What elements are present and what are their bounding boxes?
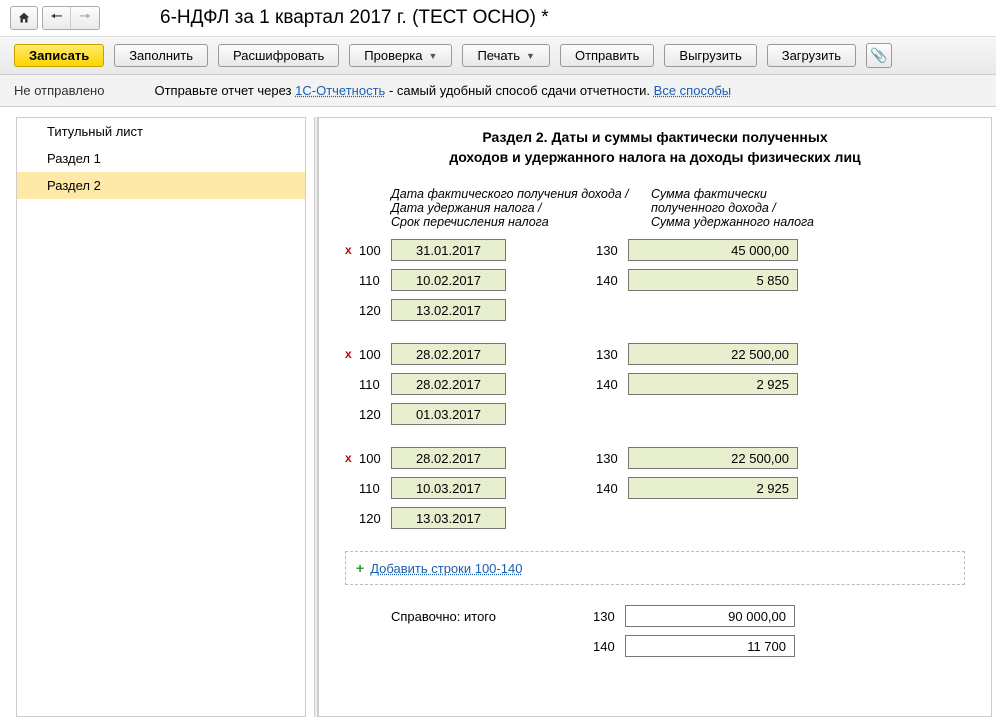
date-field[interactable]: 28.02.2017 xyxy=(391,343,506,365)
forward-button: 🠖 xyxy=(71,7,99,29)
delete-row-icon[interactable]: x xyxy=(345,451,359,465)
import-button[interactable]: Загрузить xyxy=(767,44,856,67)
line-code: 140 xyxy=(596,377,628,392)
date-field[interactable]: 31.01.2017 xyxy=(391,239,506,261)
line-code: 100 xyxy=(359,347,391,362)
data-block: x10028.02.201713022 500,0011028.02.20171… xyxy=(345,343,965,425)
chevron-down-icon: ▼ xyxy=(526,51,535,61)
data-row: x10028.02.2017 13022 500,00 xyxy=(345,343,965,365)
data-row: 11010.03.2017 1402 925 xyxy=(345,477,965,499)
date-field[interactable]: 01.03.2017 xyxy=(391,403,506,425)
add-rows-box: + Добавить строки 100-140 xyxy=(345,551,965,585)
col-head-right: Сумма фактическиполученного дохода /Сумм… xyxy=(651,187,814,229)
line-code: 100 xyxy=(359,243,391,258)
status-text: Не отправлено xyxy=(14,83,104,98)
date-field[interactable]: 10.02.2017 xyxy=(391,269,506,291)
status-hint: Отправьте отчет через 1С-Отчетность - са… xyxy=(154,83,731,98)
status-bar: Не отправлено Отправьте отчет через 1С-О… xyxy=(0,75,996,107)
data-row: 12001.03.2017 xyxy=(345,403,965,425)
code-140-total: 140 xyxy=(593,639,625,654)
section-heading: Раздел 2. Даты и суммы фактически получе… xyxy=(345,128,965,167)
sidebar: Титульный лист Раздел 1 Раздел 2 xyxy=(16,117,306,717)
amount-field[interactable]: 22 500,00 xyxy=(628,343,798,365)
data-block: x10028.02.201713022 500,0011010.03.20171… xyxy=(345,447,965,529)
sidebar-item-title[interactable]: Титульный лист xyxy=(17,118,305,145)
amount-field[interactable]: 5 850 xyxy=(628,269,798,291)
date-field[interactable]: 28.02.2017 xyxy=(391,447,506,469)
attach-button[interactable]: 📎 xyxy=(866,43,892,68)
data-row: 11028.02.2017 1402 925 xyxy=(345,373,965,395)
print-button[interactable]: Печать▼ xyxy=(462,44,550,67)
amount-field[interactable]: 45 000,00 xyxy=(628,239,798,261)
sidebar-item-section2[interactable]: Раздел 2 xyxy=(17,172,305,199)
paperclip-icon: 📎 xyxy=(870,47,887,64)
save-button[interactable]: Записать xyxy=(14,44,104,67)
chevron-down-icon: ▼ xyxy=(429,51,438,61)
amount-field[interactable]: 22 500,00 xyxy=(628,447,798,469)
check-button[interactable]: Проверка▼ xyxy=(349,44,452,67)
amount-field[interactable]: 2 925 xyxy=(628,477,798,499)
plus-icon: + xyxy=(356,560,364,576)
decode-button[interactable]: Расшифровать xyxy=(218,44,339,67)
data-row: x10028.02.2017 13022 500,00 xyxy=(345,447,965,469)
sidebar-item-section1[interactable]: Раздел 1 xyxy=(17,145,305,172)
toolbar: Записать Заполнить Расшифровать Проверка… xyxy=(0,36,996,75)
date-field[interactable]: 10.03.2017 xyxy=(391,477,506,499)
data-row: x10031.01.2017 13045 000,00 xyxy=(345,239,965,261)
total-130[interactable]: 90 000,00 xyxy=(625,605,795,627)
link-all-methods[interactable]: Все способы xyxy=(654,83,731,98)
line-code: 140 xyxy=(596,481,628,496)
col-head-left: Дата фактического получения дохода /Дата… xyxy=(391,187,651,229)
line-code: 110 xyxy=(359,481,391,496)
back-button[interactable]: 🠔 xyxy=(43,7,71,29)
home-button[interactable] xyxy=(10,6,38,30)
line-code: 120 xyxy=(359,511,391,526)
line-code: 130 xyxy=(596,347,628,362)
delete-row-icon[interactable]: x xyxy=(345,347,359,361)
date-field[interactable]: 13.02.2017 xyxy=(391,299,506,321)
delete-row-icon[interactable]: x xyxy=(345,243,359,257)
send-button[interactable]: Отправить xyxy=(560,44,654,67)
line-code: 120 xyxy=(359,303,391,318)
amount-field[interactable]: 2 925 xyxy=(628,373,798,395)
add-rows-link[interactable]: Добавить строки 100-140 xyxy=(370,561,522,576)
line-code: 130 xyxy=(596,243,628,258)
titlebar: 🠔 🠖 6-НДФЛ за 1 квартал 2017 г. (ТЕСТ ОС… xyxy=(0,0,996,36)
date-field[interactable]: 13.03.2017 xyxy=(391,507,506,529)
line-code: 130 xyxy=(596,451,628,466)
data-row: 12013.02.2017 xyxy=(345,299,965,321)
fill-button[interactable]: Заполнить xyxy=(114,44,208,67)
line-code: 110 xyxy=(359,273,391,288)
line-code: 120 xyxy=(359,407,391,422)
line-code: 110 xyxy=(359,377,391,392)
total-label: Справочно: итого xyxy=(345,609,525,624)
export-button[interactable]: Выгрузить xyxy=(664,44,756,67)
total-140[interactable]: 11 700 xyxy=(625,635,795,657)
date-field[interactable]: 28.02.2017 xyxy=(391,373,506,395)
data-row: 11010.02.2017 1405 850 xyxy=(345,269,965,291)
line-code: 100 xyxy=(359,451,391,466)
page-title: 6-НДФЛ за 1 квартал 2017 г. (ТЕСТ ОСНО) … xyxy=(160,7,549,29)
data-block: x10031.01.201713045 000,0011010.02.20171… xyxy=(345,239,965,321)
main-panel: Раздел 2. Даты и суммы фактически получе… xyxy=(318,117,992,717)
line-code: 140 xyxy=(596,273,628,288)
data-row: 12013.03.2017 xyxy=(345,507,965,529)
link-1c-report[interactable]: 1С-Отчетность xyxy=(295,83,385,98)
code-130-total: 130 xyxy=(593,609,625,624)
